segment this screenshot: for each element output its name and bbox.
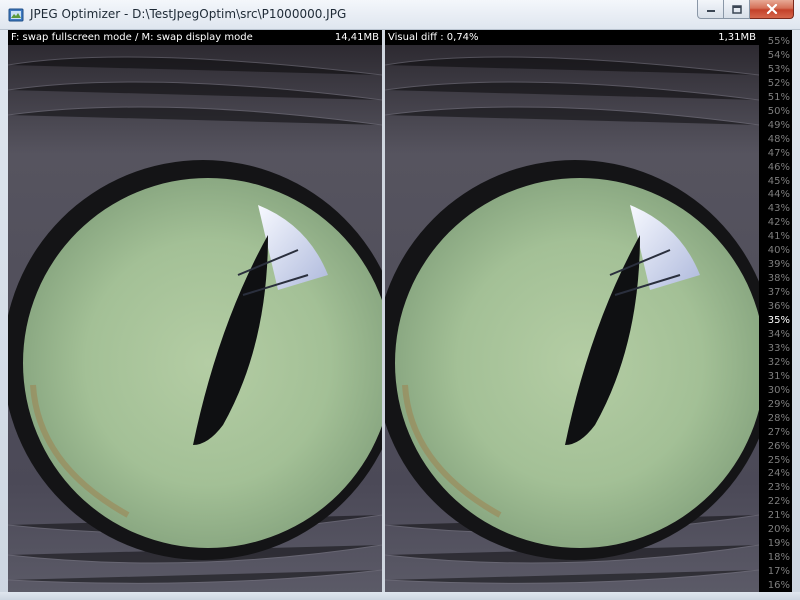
quality-option[interactable]: 29% (768, 398, 790, 412)
quality-option[interactable]: 40% (768, 244, 790, 258)
quality-option[interactable]: 45% (768, 175, 790, 189)
visual-diff-label: Visual diff : 0,74% (388, 32, 479, 43)
original-size: 14,41MB (334, 32, 379, 43)
original-cat-eye-image (8, 45, 382, 592)
quality-option[interactable]: 43% (768, 202, 790, 216)
quality-option[interactable]: 19% (768, 537, 790, 551)
quality-option[interactable]: 44% (768, 188, 790, 202)
quality-option[interactable]: 33% (768, 342, 790, 356)
quality-option[interactable]: 32% (768, 356, 790, 370)
close-icon (766, 4, 777, 14)
compressed-cat-eye-image (385, 45, 759, 592)
keyboard-hint: F: swap fullscreen mode / M: swap displa… (11, 32, 253, 43)
quality-option[interactable]: 26% (768, 440, 790, 454)
quality-option[interactable]: 36% (768, 300, 790, 314)
quality-option[interactable]: 54% (768, 49, 790, 63)
right-info-bar: Visual diff : 0,74% 1,31MB (385, 30, 759, 45)
quality-option[interactable]: 16% (768, 579, 790, 592)
quality-option[interactable]: 55% (768, 35, 790, 49)
quality-option[interactable]: 47% (768, 147, 790, 161)
compressed-size: 1,31MB (718, 32, 756, 43)
window-title: JPEG Optimizer - D:\TestJpegOptim\src\P1… (30, 7, 347, 21)
title-bar[interactable]: JPEG Optimizer - D:\TestJpegOptim\src\P1… (0, 0, 800, 30)
quality-option[interactable]: 37% (768, 286, 790, 300)
quality-scale[interactable]: 55% 54% 53% 52% 51% 50% 49% 48% 47% 46% 45% 44% 43% 4… (759, 30, 792, 592)
quality-option[interactable]: 38% (768, 272, 790, 286)
left-info-bar: F: swap fullscreen mode / M: swap displa… (8, 30, 382, 45)
quality-option[interactable]: 22% (768, 495, 790, 509)
minimize-button[interactable] (697, 0, 724, 19)
quality-option[interactable]: 35% (768, 314, 790, 328)
app-icon (8, 8, 24, 22)
quality-option[interactable]: 52% (768, 77, 790, 91)
window-right-border (792, 30, 800, 600)
minimize-icon (706, 10, 715, 12)
quality-option[interactable]: 23% (768, 481, 790, 495)
quality-option[interactable]: 17% (768, 565, 790, 579)
window-left-border (0, 30, 8, 600)
quality-option[interactable]: 25% (768, 454, 790, 468)
client-area: F: swap fullscreen mode / M: swap displa… (8, 30, 792, 592)
maximize-icon (731, 4, 742, 14)
quality-option[interactable]: 21% (768, 509, 790, 523)
quality-option[interactable]: 27% (768, 426, 790, 440)
original-image-pane[interactable]: F: swap fullscreen mode / M: swap displa… (8, 30, 382, 592)
quality-option[interactable]: 51% (768, 91, 790, 105)
quality-option[interactable]: 48% (768, 133, 790, 147)
quality-option[interactable]: 18% (768, 551, 790, 565)
quality-option[interactable]: 30% (768, 384, 790, 398)
quality-option[interactable]: 41% (768, 230, 790, 244)
quality-option[interactable]: 24% (768, 467, 790, 481)
caption-buttons (697, 0, 794, 20)
window-bottom-border (0, 592, 800, 600)
quality-option[interactable]: 34% (768, 328, 790, 342)
close-button[interactable] (750, 0, 794, 19)
quality-option[interactable]: 20% (768, 523, 790, 537)
app-window: JPEG Optimizer - D:\TestJpegOptim\src\P1… (0, 0, 800, 600)
quality-option[interactable]: 28% (768, 412, 790, 426)
quality-option[interactable]: 53% (768, 63, 790, 77)
maximize-button[interactable] (724, 0, 750, 19)
quality-option[interactable]: 50% (768, 105, 790, 119)
quality-option[interactable]: 31% (768, 370, 790, 384)
compressed-image-pane[interactable]: Visual diff : 0,74% 1,31MB (385, 30, 759, 592)
quality-option[interactable]: 46% (768, 161, 790, 175)
quality-option[interactable]: 39% (768, 258, 790, 272)
quality-option[interactable]: 49% (768, 119, 790, 133)
quality-option[interactable]: 42% (768, 216, 790, 230)
